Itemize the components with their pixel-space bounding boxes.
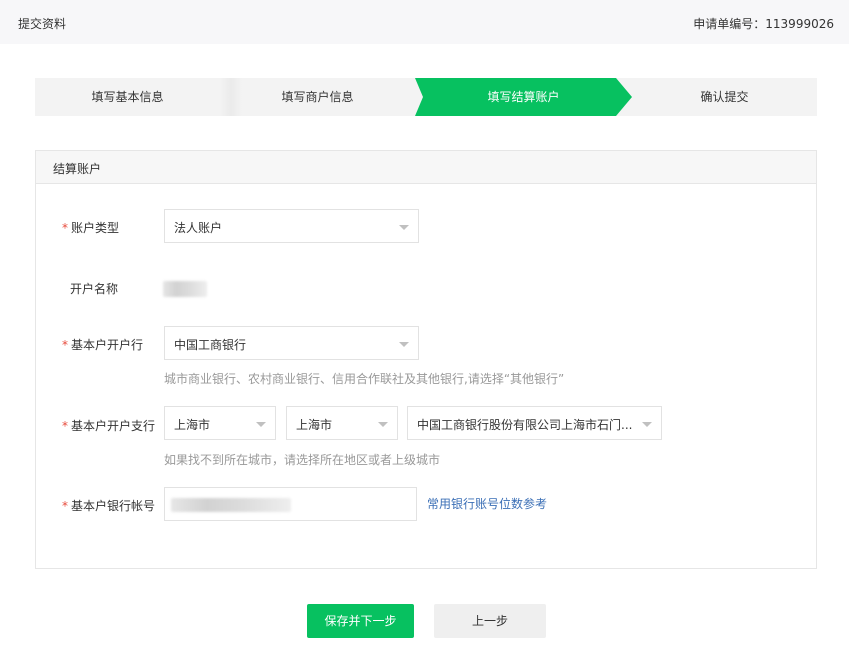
- application-number-value: 113999026: [765, 17, 834, 31]
- chevron-down-icon: [256, 422, 266, 427]
- account-number-label-text: 基本户银行帐号: [71, 499, 156, 513]
- application-number: 申请单编号：113999026: [693, 15, 834, 32]
- branch-value: 中国工商银行股份有限公司上海市石门...: [417, 418, 633, 432]
- branch-select[interactable]: 中国工商银行股份有限公司上海市石门...: [407, 406, 662, 440]
- branch-label: * 基本户开户支行: [62, 417, 155, 434]
- city-value: 上海市: [296, 418, 333, 432]
- previous-step-button[interactable]: 上一步: [434, 604, 546, 638]
- step-merchant-info: 填写商户信息: [281, 90, 354, 104]
- required-mark: *: [62, 499, 68, 513]
- chevron-down-icon: [399, 342, 409, 347]
- province-select[interactable]: 上海市: [164, 406, 276, 440]
- account-number-redacted: [171, 498, 291, 512]
- required-mark: *: [62, 338, 68, 352]
- step-settlement-account: 填写结算账户: [487, 90, 560, 104]
- progress-steps: 填写基本信息 填写商户信息 填写结算账户 确认提交: [35, 78, 817, 116]
- chevron-down-icon: [378, 422, 388, 427]
- account-digits-reference-link[interactable]: 常用银行账号位数参考: [427, 495, 547, 512]
- branch-label-text: 基本户开户支行: [71, 419, 156, 433]
- bank-label-text: 基本户开户行: [71, 338, 144, 352]
- application-number-label: 申请单编号：: [693, 17, 766, 31]
- account-type-value: 法人账户: [174, 221, 223, 235]
- step-basic-info: 填写基本信息: [91, 90, 164, 104]
- account-type-label: * 账户类型: [62, 219, 119, 236]
- branch-hint: 如果找不到所在城市，请选择所在地区或者上级城市: [164, 453, 441, 467]
- account-type-select[interactable]: 法人账户: [164, 209, 419, 243]
- required-mark: *: [62, 419, 68, 433]
- panel-header: 结算账户: [36, 151, 816, 184]
- account-number-label: * 基本户银行帐号: [62, 497, 155, 514]
- chevron-down-icon: [399, 225, 409, 230]
- bank-value: 中国工商银行: [174, 338, 247, 352]
- page-title: 提交资料: [18, 17, 67, 31]
- chevron-down-icon: [642, 422, 652, 427]
- save-and-next-button[interactable]: 保存并下一步: [307, 604, 414, 638]
- account-name-label: 开户名称: [70, 282, 119, 296]
- panel-title: 结算账户: [53, 162, 102, 176]
- city-select[interactable]: 上海市: [286, 406, 398, 440]
- bank-label: * 基本户开户行: [62, 336, 143, 353]
- step-confirm-submit: 确认提交: [700, 90, 749, 104]
- required-mark: *: [62, 221, 68, 235]
- top-bar: 提交资料 申请单编号：113999026: [0, 0, 849, 44]
- account-name-redacted: [163, 281, 207, 297]
- account-number-input[interactable]: [164, 487, 417, 521]
- account-type-label-text: 账户类型: [71, 221, 120, 235]
- bank-hint: 城市商业银行、农村商业银行、信用合作联社及其他银行,请选择“其他银行”: [164, 372, 565, 386]
- bank-select[interactable]: 中国工商银行: [164, 326, 419, 360]
- province-value: 上海市: [174, 418, 211, 432]
